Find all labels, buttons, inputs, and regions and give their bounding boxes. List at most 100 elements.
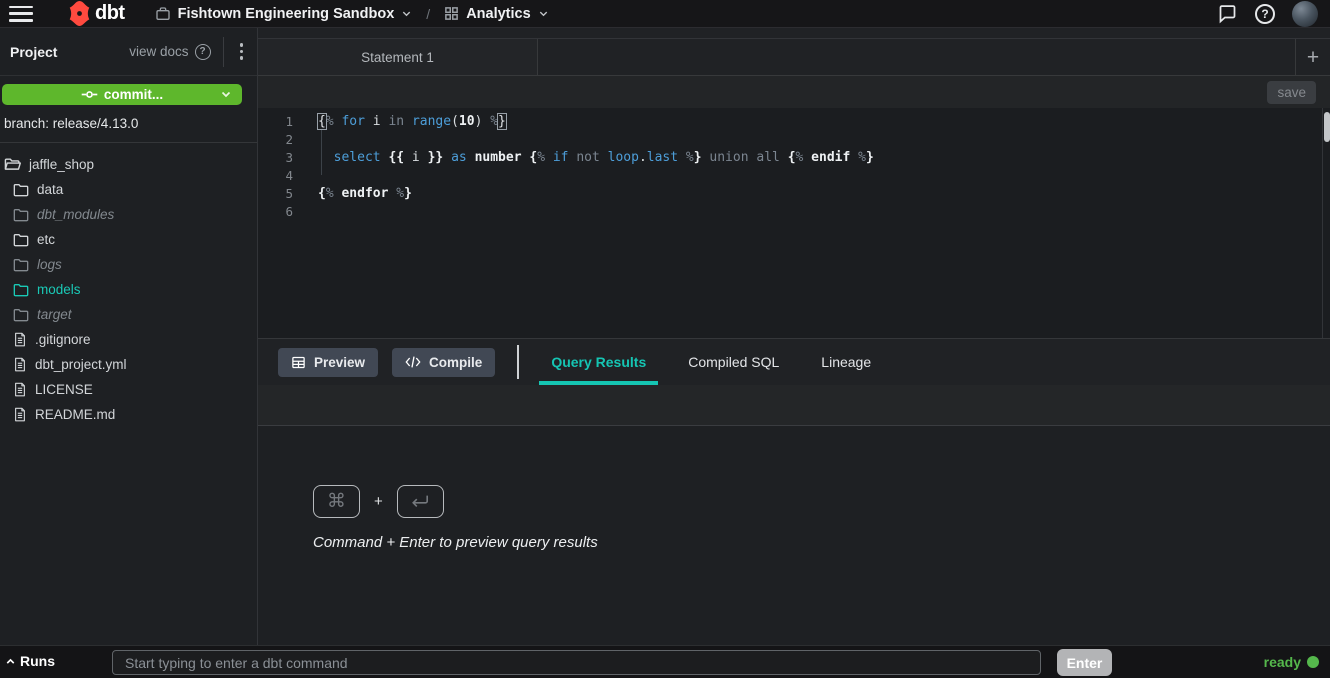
preview-label: Preview xyxy=(314,355,365,370)
results-content: ⌘ + Command + Enter to preview query res… xyxy=(258,426,1330,645)
folder-icon xyxy=(13,208,29,222)
code-line-4 xyxy=(318,167,1330,185)
main-panel: Statement 1 + save 123456 {% for i in ra… xyxy=(258,28,1330,645)
file-icon xyxy=(13,407,27,422)
file-icon xyxy=(13,382,27,397)
chevron-down-icon xyxy=(538,8,549,19)
folder-icon xyxy=(13,233,29,247)
org-selector[interactable]: Fishtown Engineering Sandbox xyxy=(155,6,413,22)
chat-icon[interactable] xyxy=(1217,3,1238,24)
chevron-down-icon xyxy=(220,88,232,103)
save-button[interactable]: save xyxy=(1267,81,1316,104)
preview-button[interactable]: Preview xyxy=(278,348,378,377)
tree-item-LICENSE[interactable]: LICENSE xyxy=(0,377,257,402)
editor-scrollbar[interactable] xyxy=(1322,108,1330,338)
tree-item-README.md[interactable]: README.md xyxy=(0,402,257,427)
code-line-5: {% endfor %} xyxy=(318,185,1330,203)
code-icon xyxy=(405,355,421,369)
tree-item-label: target xyxy=(37,307,72,322)
status-bar: Runs Enter ready xyxy=(0,645,1330,678)
tab-statement-1[interactable]: Statement 1 xyxy=(258,39,538,75)
code-area[interactable]: {% for i in range(10) %} select {{ i }} … xyxy=(310,108,1330,338)
folder-open-icon xyxy=(4,157,21,172)
org-name: Fishtown Engineering Sandbox xyxy=(178,6,395,22)
command-key-icon: ⌘ xyxy=(313,485,360,518)
avatar[interactable] xyxy=(1292,1,1318,27)
line-number: 3 xyxy=(258,149,293,167)
workspace: Project view docs ? commit... xyxy=(0,28,1330,645)
results-tabs: Query Results Compiled SQL Lineage xyxy=(539,339,901,385)
code-line-3: select {{ i }} as number {% if not loop.… xyxy=(318,149,1330,167)
breadcrumb: Fishtown Engineering Sandbox / Analytics xyxy=(155,6,549,22)
help-icon[interactable]: ? xyxy=(1255,4,1275,24)
dbt-logo-icon xyxy=(67,1,92,26)
commit-label: commit... xyxy=(104,87,163,102)
code-editor[interactable]: 123456 {% for i in range(10) %} select {… xyxy=(258,108,1330,338)
plus-separator: + xyxy=(374,493,383,510)
tree-item-target[interactable]: target xyxy=(0,302,257,327)
results-tab-compiled-sql[interactable]: Compiled SQL xyxy=(676,339,791,385)
connection-status: ready xyxy=(1264,654,1319,670)
sidebar-header: Project view docs ? xyxy=(0,28,257,76)
file-icon xyxy=(13,357,27,372)
tree-item-etc[interactable]: etc xyxy=(0,227,257,252)
runs-toggle[interactable]: Runs xyxy=(4,653,55,669)
tree-item-jaffle_shop[interactable]: jaffle_shop xyxy=(0,152,257,177)
breadcrumb-separator: / xyxy=(426,6,430,22)
line-number: 2 xyxy=(258,131,293,149)
git-commit-icon xyxy=(81,88,98,101)
tree-item-dbt_project.yml[interactable]: dbt_project.yml xyxy=(0,352,257,377)
compile-label: Compile xyxy=(429,355,482,370)
code-line-6 xyxy=(318,203,1330,221)
editor-tab-bar: Statement 1 + xyxy=(258,28,1330,76)
sidebar: Project view docs ? commit... xyxy=(0,28,258,645)
folder-icon xyxy=(13,258,29,272)
line-number: 1 xyxy=(258,113,293,131)
chevron-up-icon xyxy=(4,655,17,668)
view-docs-link[interactable]: view docs ? xyxy=(129,44,210,60)
grid-icon xyxy=(444,6,459,21)
command-input[interactable] xyxy=(112,650,1041,675)
hamburger-menu-icon[interactable] xyxy=(9,6,33,22)
code-line-1: {% for i in range(10) %} xyxy=(318,113,1330,131)
tree-item-label: dbt_modules xyxy=(37,207,114,222)
code-line-2 xyxy=(318,131,1330,149)
shortcut-hint: Command + Enter to preview query results xyxy=(313,534,1330,551)
folder-icon xyxy=(13,308,29,322)
new-tab-button[interactable]: + xyxy=(1295,39,1330,75)
results-tab-query-results[interactable]: Query Results xyxy=(539,339,658,385)
tree-item-logs[interactable]: logs xyxy=(0,252,257,277)
top-bar-actions: ? xyxy=(1217,1,1318,27)
enter-key-icon xyxy=(397,485,444,518)
editor-toolbar: save xyxy=(258,76,1330,108)
tree-item-label: README.md xyxy=(35,407,115,422)
view-docs-label: view docs xyxy=(129,44,188,59)
compile-button[interactable]: Compile xyxy=(392,348,495,377)
dbt-cloud-ide: dbt Fishtown Engineering Sandbox / Analy… xyxy=(0,0,1330,678)
tree-item-models[interactable]: models xyxy=(0,277,257,302)
kebab-menu-icon[interactable] xyxy=(234,39,250,64)
tree-item-label: jaffle_shop xyxy=(29,157,94,172)
file-icon xyxy=(13,332,27,347)
tree-item-dbt_modules[interactable]: dbt_modules xyxy=(0,202,257,227)
dbt-logo[interactable]: dbt xyxy=(67,1,125,26)
results-toolbar: Preview Compile Query Results Compiled SQ… xyxy=(258,338,1330,385)
folder-icon xyxy=(13,183,29,197)
status-label: ready xyxy=(1264,654,1301,670)
tree-item-label: LICENSE xyxy=(35,382,93,397)
project-name: Analytics xyxy=(466,6,530,22)
tree-item-label: dbt_project.yml xyxy=(35,357,127,372)
tree-item-label: .gitignore xyxy=(35,332,91,347)
enter-button[interactable]: Enter xyxy=(1057,649,1112,676)
tree-item-.gitignore[interactable]: .gitignore xyxy=(0,327,257,352)
folder-icon xyxy=(13,283,29,297)
editor-scrollbar-thumb[interactable] xyxy=(1324,112,1330,142)
tree-item-data[interactable]: data xyxy=(0,177,257,202)
project-selector[interactable]: Analytics xyxy=(444,6,548,22)
help-circle-icon: ? xyxy=(195,44,211,60)
table-icon xyxy=(291,355,306,370)
runs-label: Runs xyxy=(20,653,55,669)
tree-item-label: etc xyxy=(37,232,55,247)
commit-button[interactable]: commit... xyxy=(2,84,242,105)
results-tab-lineage[interactable]: Lineage xyxy=(809,339,883,385)
